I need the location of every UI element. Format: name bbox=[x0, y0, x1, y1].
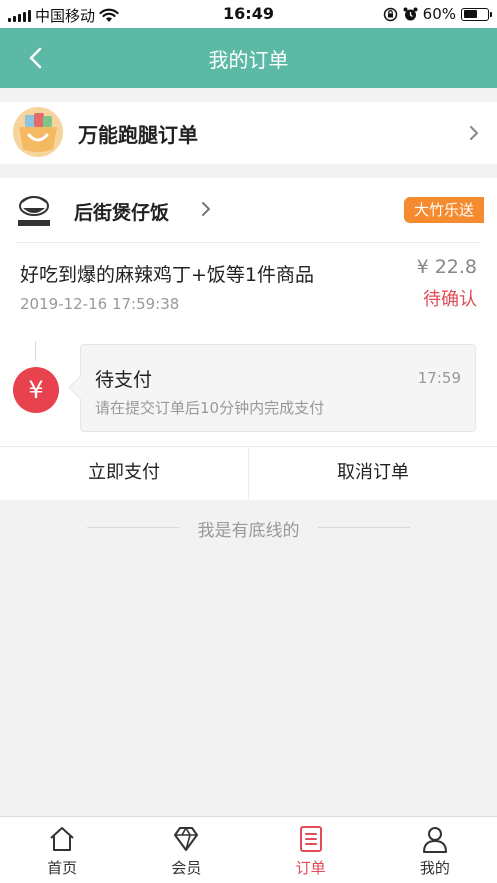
timeline-bubble: 待支付 17:59 请在提交订单后10分钟内完成支付 bbox=[80, 344, 476, 432]
tab-label: 首页 bbox=[47, 859, 78, 877]
timeline-title: 待支付 bbox=[95, 369, 153, 391]
divider bbox=[16, 242, 481, 243]
page-title: 我的订单 bbox=[208, 48, 289, 72]
home-icon bbox=[50, 827, 74, 851]
order-created-time: 2019-12-16 17:59:38 bbox=[20, 295, 180, 313]
timeline-description: 请在提交订单后10分钟内完成支付 bbox=[95, 399, 325, 417]
chevron-right-icon bbox=[470, 126, 478, 140]
timeline-line bbox=[35, 341, 36, 361]
alarm-icon bbox=[403, 7, 418, 20]
yen-icon: ¥ bbox=[13, 367, 59, 413]
order-actions: 立即支付 取消订单 bbox=[0, 446, 497, 500]
tab-label: 订单 bbox=[295, 859, 326, 877]
order-status: 待确认 bbox=[423, 289, 477, 310]
tab-mine[interactable]: 我的 bbox=[373, 817, 497, 883]
order-card: 后街煲仔饭 大竹乐送 好吃到爆的麻辣鸡丁+饭等1件商品 ¥ 22.8 2019-… bbox=[0, 178, 497, 500]
order-goods-summary[interactable]: 好吃到爆的麻辣鸡丁+饭等1件商品 bbox=[20, 260, 314, 287]
tab-bar: 首页 会员 订单 我的 bbox=[0, 816, 497, 883]
user-icon bbox=[422, 827, 447, 853]
battery-percent: 60% bbox=[422, 5, 456, 23]
status-right: 60% bbox=[383, 5, 492, 23]
tab-member[interactable]: 会员 bbox=[124, 817, 248, 883]
end-of-list-note: 我是有底线的 bbox=[197, 521, 300, 541]
errand-avatar-icon bbox=[13, 107, 63, 157]
errand-order-entry[interactable]: 万能跑腿订单 bbox=[0, 102, 497, 164]
tab-label: 我的 bbox=[419, 859, 450, 877]
shop-name[interactable]: 后街煲仔饭 bbox=[74, 198, 169, 225]
delivery-tag: 大竹乐送 bbox=[404, 197, 484, 223]
order-list-icon bbox=[299, 826, 322, 852]
cancel-order-button[interactable]: 取消订单 bbox=[248, 447, 497, 500]
timeline-time: 17:59 bbox=[417, 369, 461, 387]
diamond-icon bbox=[174, 827, 199, 851]
chevron-right-icon[interactable] bbox=[199, 202, 213, 216]
tab-home[interactable]: 首页 bbox=[0, 817, 124, 883]
shop-logo-icon bbox=[18, 196, 50, 226]
rotation-lock-icon bbox=[383, 7, 397, 21]
tab-orders[interactable]: 订单 bbox=[249, 817, 373, 883]
navigation-bar: 我的订单 bbox=[0, 28, 497, 88]
tab-label: 会员 bbox=[171, 859, 202, 877]
battery-fill bbox=[463, 10, 478, 18]
errand-order-label: 万能跑腿订单 bbox=[78, 123, 198, 147]
status-bar: 中国移动 16:49 60% bbox=[0, 0, 497, 28]
pay-now-button[interactable]: 立即支付 bbox=[0, 447, 248, 500]
battery-icon bbox=[461, 7, 492, 21]
order-price: ¥ 22.8 bbox=[416, 256, 477, 278]
